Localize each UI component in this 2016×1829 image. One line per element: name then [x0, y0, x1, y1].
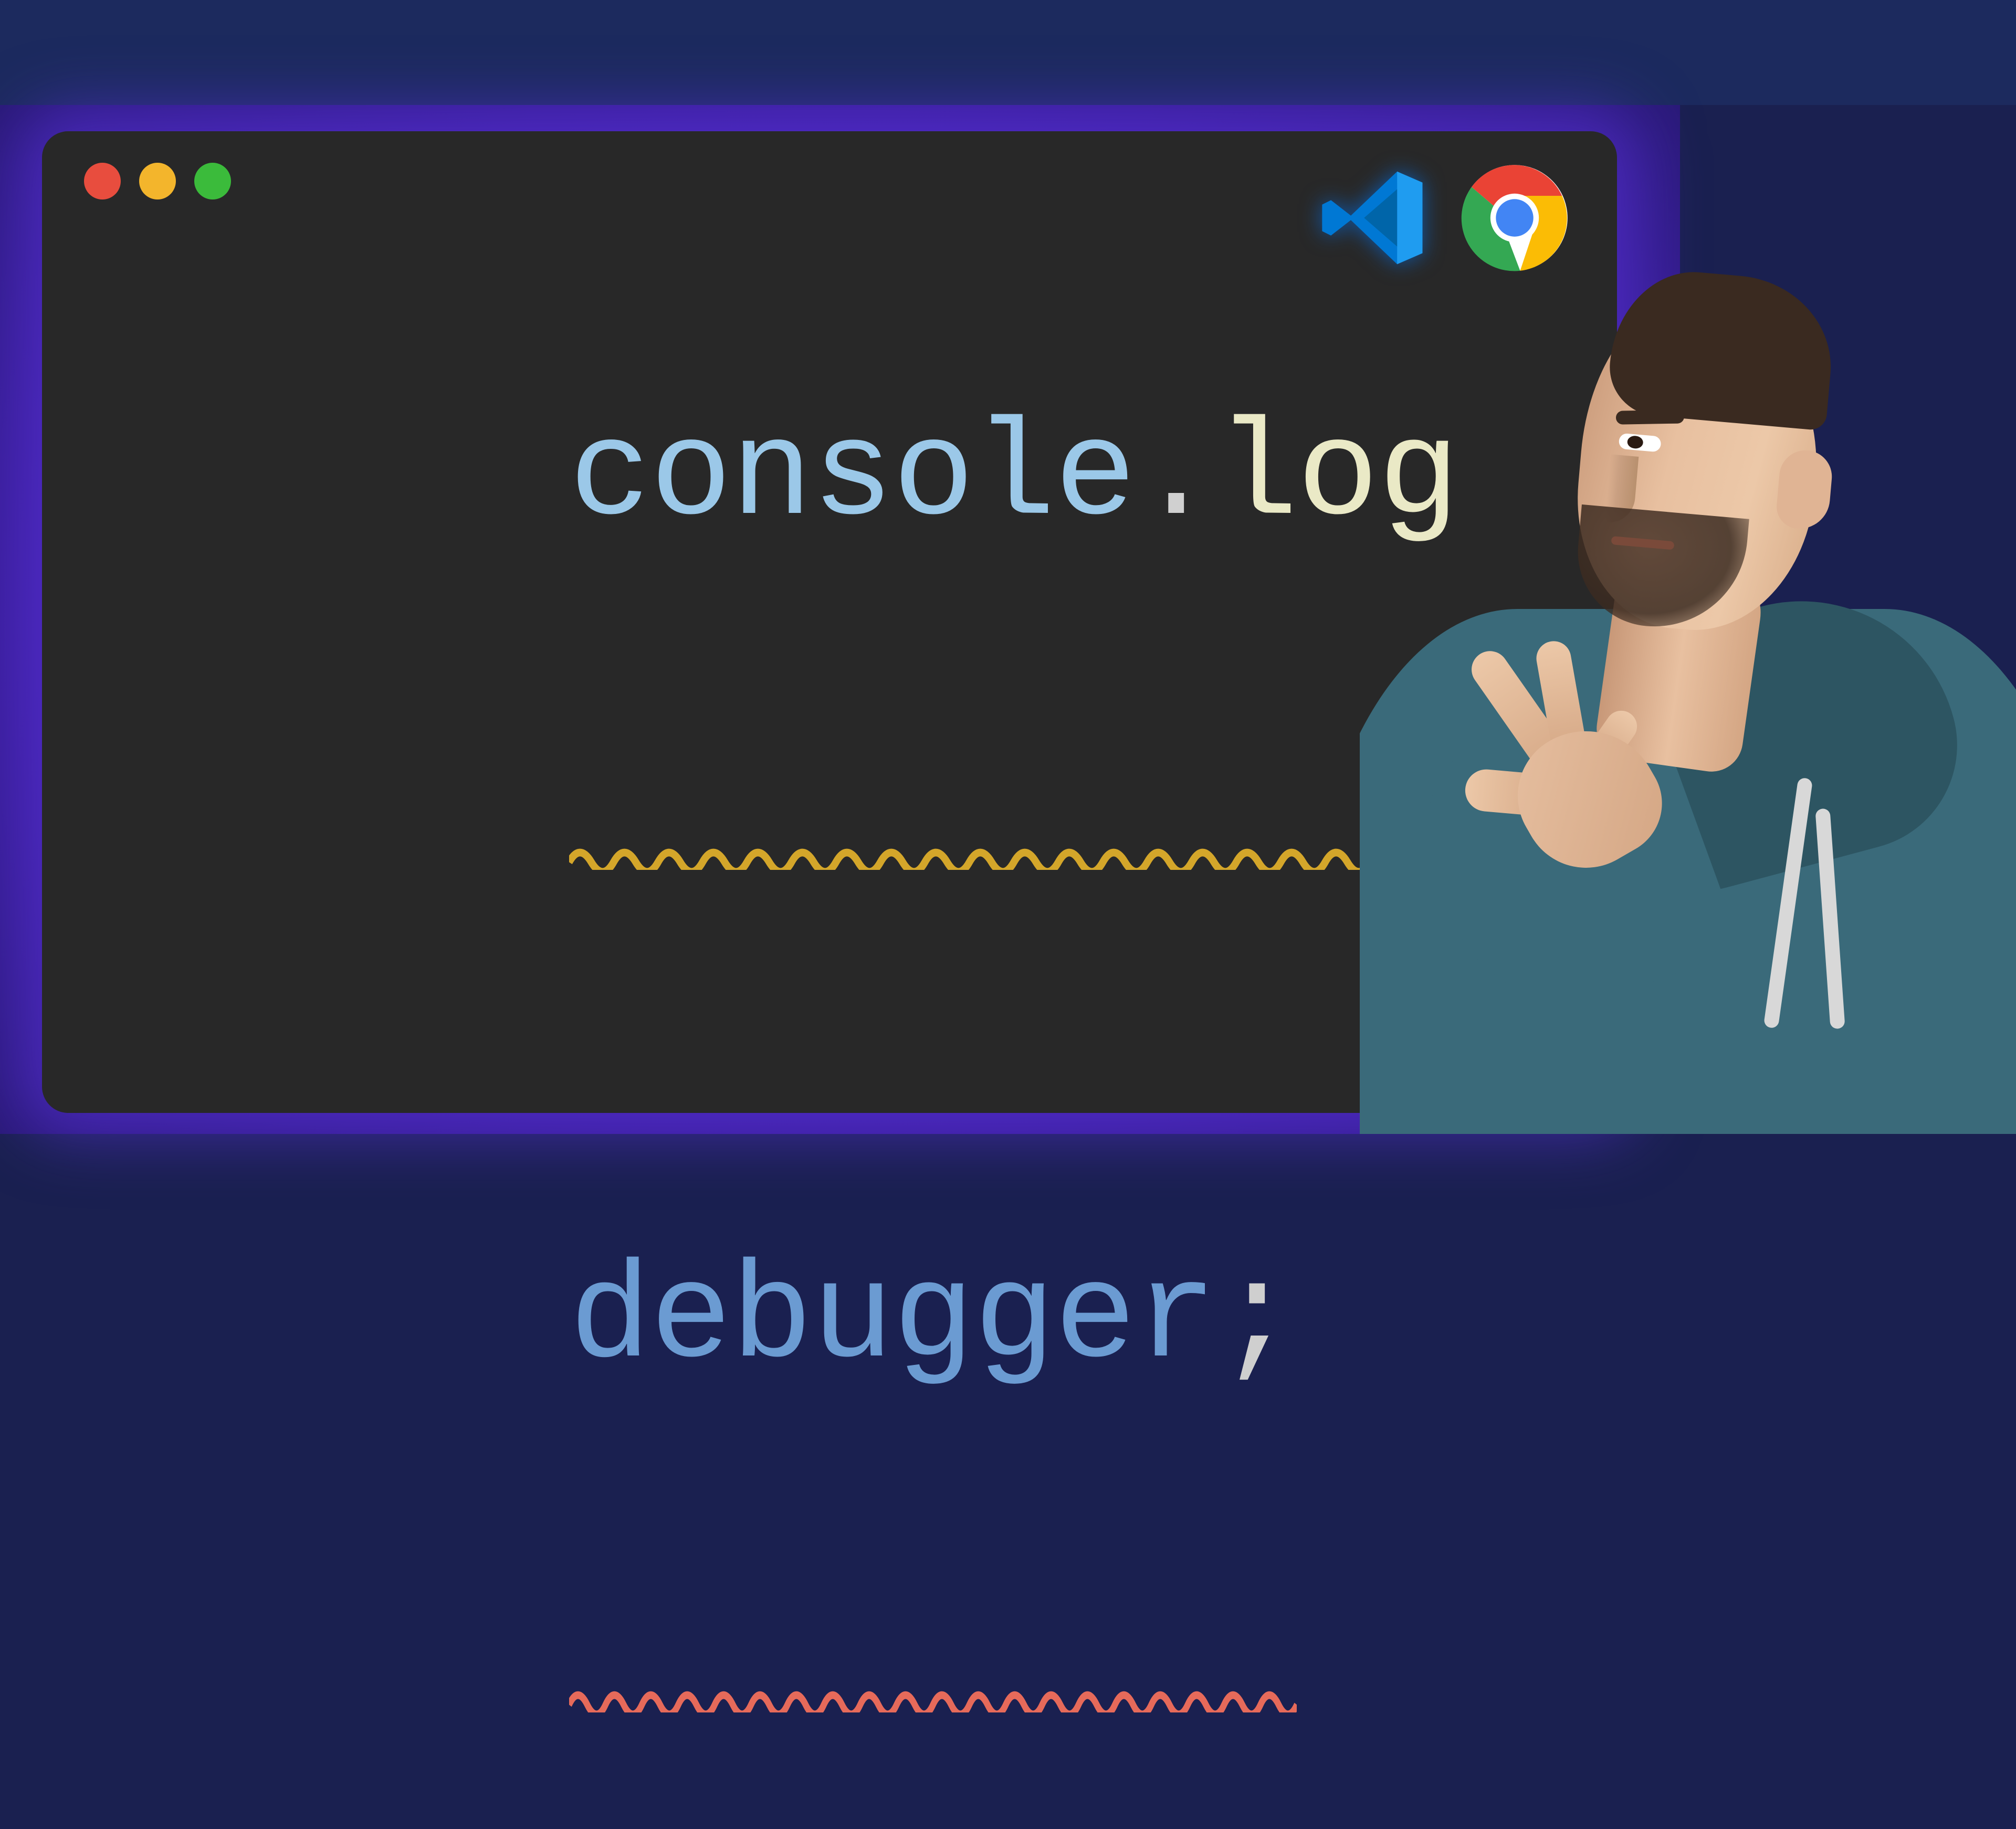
- close-icon: [84, 163, 121, 199]
- token-semicolon: ;: [1216, 1243, 1297, 1397]
- token-debugger: debugger: [569, 1243, 1216, 1397]
- top-navy-band: [0, 0, 2016, 105]
- maximize-icon: [194, 163, 231, 199]
- warning-squiggle-icon: [569, 841, 1458, 870]
- code-content: console.log debugger;: [84, 262, 1575, 1822]
- error-squiggle-icon: [569, 1684, 1297, 1712]
- minimize-icon: [139, 163, 176, 199]
- token-console: console: [569, 400, 1135, 554]
- code-line-2: debugger;: [569, 1248, 1297, 1678]
- code-line-1: console.log: [569, 406, 1458, 836]
- presenter-figure: [1360, 241, 2016, 1134]
- token-dot: .: [1135, 400, 1216, 554]
